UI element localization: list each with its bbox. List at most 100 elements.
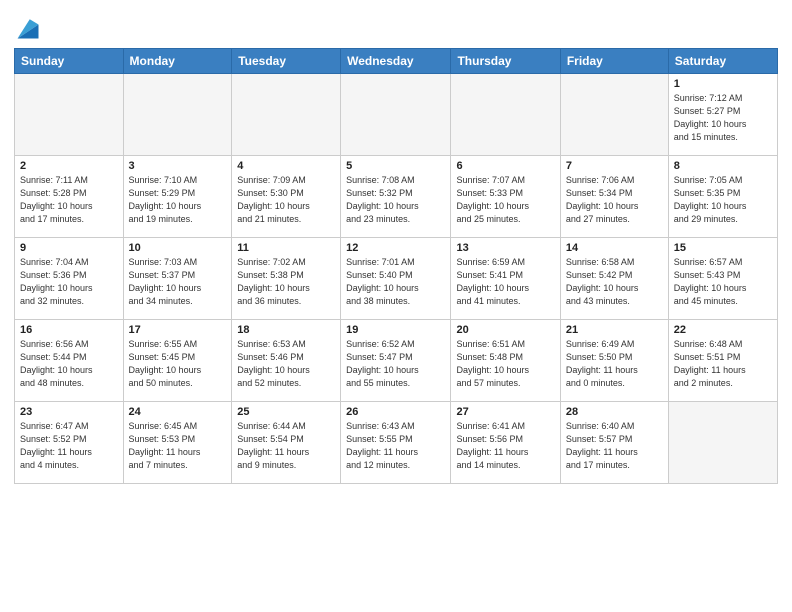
day-number: 25 xyxy=(237,406,335,418)
calendar-cell: 18Sunrise: 6:53 AM Sunset: 5:46 PM Dayli… xyxy=(232,320,341,402)
day-info: Sunrise: 6:55 AM Sunset: 5:45 PM Dayligh… xyxy=(129,338,227,390)
calendar-cell xyxy=(15,74,124,156)
calendar-cell: 17Sunrise: 6:55 AM Sunset: 5:45 PM Dayli… xyxy=(123,320,232,402)
day-info: Sunrise: 6:52 AM Sunset: 5:47 PM Dayligh… xyxy=(346,338,445,390)
week-row-2: 2 Sunrise: 7:11 AM Sunset: 5:28 PM Daylig… xyxy=(15,156,778,238)
day-info: Sunrise: 6:49 AM Sunset: 5:50 PM Dayligh… xyxy=(566,338,663,390)
calendar-cell: 4 Sunrise: 7:09 AM Sunset: 5:30 PM Daylig… xyxy=(232,156,341,238)
calendar-cell: 3Sunrise: 7:10 AM Sunset: 5:29 PM Daylig… xyxy=(123,156,232,238)
day-number: 10 xyxy=(129,242,227,254)
header xyxy=(14,10,778,42)
calendar-cell: 24Sunrise: 6:45 AM Sunset: 5:53 PM Dayli… xyxy=(123,402,232,484)
day-info: Sunrise: 6:43 AM Sunset: 5:55 PM Dayligh… xyxy=(346,420,445,472)
day-number: 2 xyxy=(20,160,118,172)
calendar-cell: 13 Sunrise: 6:59 AM Sunset: 5:41 PM Dayli… xyxy=(451,238,560,320)
day-info: Sunrise: 6:47 AM Sunset: 5:52 PM Dayligh… xyxy=(20,420,118,472)
calendar-cell: 21 Sunrise: 6:49 AM Sunset: 5:50 PM Dayli… xyxy=(560,320,668,402)
day-info: Sunrise: 7:06 AM Sunset: 5:34 PM Dayligh… xyxy=(566,174,663,226)
day-info: Sunrise: 7:08 AM Sunset: 5:32 PM Dayligh… xyxy=(346,174,445,226)
calendar-cell: 22 Sunrise: 6:48 AM Sunset: 5:51 PM Dayli… xyxy=(668,320,777,402)
week-row-1: 1 Sunrise: 7:12 AM Sunset: 5:27 PM Daylig… xyxy=(15,74,778,156)
day-info: Sunrise: 7:07 AM Sunset: 5:33 PM Dayligh… xyxy=(456,174,554,226)
weekday-header-tuesday: Tuesday xyxy=(232,49,341,74)
day-number: 15 xyxy=(674,242,772,254)
day-number: 22 xyxy=(674,324,772,336)
calendar-cell: 28 Sunrise: 6:40 AM Sunset: 5:57 PM Dayli… xyxy=(560,402,668,484)
day-number: 7 xyxy=(566,160,663,172)
weekday-header-thursday: Thursday xyxy=(451,49,560,74)
day-number: 18 xyxy=(237,324,335,336)
calendar-cell: 26 Sunrise: 6:43 AM Sunset: 5:55 PM Dayli… xyxy=(341,402,451,484)
day-info: Sunrise: 6:59 AM Sunset: 5:41 PM Dayligh… xyxy=(456,256,554,308)
day-info: Sunrise: 6:58 AM Sunset: 5:42 PM Dayligh… xyxy=(566,256,663,308)
day-number: 5 xyxy=(346,160,445,172)
calendar-cell: 10 Sunrise: 7:03 AM Sunset: 5:37 PM Dayli… xyxy=(123,238,232,320)
calendar-cell: 23 Sunrise: 6:47 AM Sunset: 5:52 PM Dayli… xyxy=(15,402,124,484)
day-info: Sunrise: 6:44 AM Sunset: 5:54 PM Dayligh… xyxy=(237,420,335,472)
calendar-cell xyxy=(123,74,232,156)
page: SundayMondayTuesdayWednesdayThursdayFrid… xyxy=(0,0,792,612)
day-number: 26 xyxy=(346,406,445,418)
day-number: 21 xyxy=(566,324,663,336)
calendar-cell: 19 Sunrise: 6:52 AM Sunset: 5:47 PM Dayli… xyxy=(341,320,451,402)
day-info: Sunrise: 7:09 AM Sunset: 5:30 PM Dayligh… xyxy=(237,174,335,226)
calendar-cell xyxy=(341,74,451,156)
day-number: 11 xyxy=(237,242,335,254)
calendar-cell: 16 Sunrise: 6:56 AM Sunset: 5:44 PM Dayli… xyxy=(15,320,124,402)
day-number: 1 xyxy=(674,78,772,90)
calendar-cell: 25 Sunrise: 6:44 AM Sunset: 5:54 PM Dayli… xyxy=(232,402,341,484)
week-row-5: 23 Sunrise: 6:47 AM Sunset: 5:52 PM Dayli… xyxy=(15,402,778,484)
calendar-cell: 20Sunrise: 6:51 AM Sunset: 5:48 PM Dayli… xyxy=(451,320,560,402)
weekday-header-monday: Monday xyxy=(123,49,232,74)
day-info: Sunrise: 6:51 AM Sunset: 5:48 PM Dayligh… xyxy=(456,338,554,390)
weekday-header-friday: Friday xyxy=(560,49,668,74)
weekday-header-wednesday: Wednesday xyxy=(341,49,451,74)
weekday-header-row: SundayMondayTuesdayWednesdayThursdayFrid… xyxy=(15,49,778,74)
day-info: Sunrise: 7:02 AM Sunset: 5:38 PM Dayligh… xyxy=(237,256,335,308)
calendar-cell: 7 Sunrise: 7:06 AM Sunset: 5:34 PM Daylig… xyxy=(560,156,668,238)
calendar-cell: 2 Sunrise: 7:11 AM Sunset: 5:28 PM Daylig… xyxy=(15,156,124,238)
day-info: Sunrise: 7:04 AM Sunset: 5:36 PM Dayligh… xyxy=(20,256,118,308)
day-number: 13 xyxy=(456,242,554,254)
day-info: Sunrise: 7:11 AM Sunset: 5:28 PM Dayligh… xyxy=(20,174,118,226)
day-info: Sunrise: 6:40 AM Sunset: 5:57 PM Dayligh… xyxy=(566,420,663,472)
calendar-cell: 5 Sunrise: 7:08 AM Sunset: 5:32 PM Daylig… xyxy=(341,156,451,238)
day-number: 19 xyxy=(346,324,445,336)
day-info: Sunrise: 6:57 AM Sunset: 5:43 PM Dayligh… xyxy=(674,256,772,308)
weekday-header-saturday: Saturday xyxy=(668,49,777,74)
logo xyxy=(14,14,44,42)
day-info: Sunrise: 7:12 AM Sunset: 5:27 PM Dayligh… xyxy=(674,92,772,144)
day-number: 4 xyxy=(237,160,335,172)
calendar-cell: 1 Sunrise: 7:12 AM Sunset: 5:27 PM Daylig… xyxy=(668,74,777,156)
day-info: Sunrise: 7:03 AM Sunset: 5:37 PM Dayligh… xyxy=(129,256,227,308)
calendar-cell: 8Sunrise: 7:05 AM Sunset: 5:35 PM Daylig… xyxy=(668,156,777,238)
calendar-cell: 27 Sunrise: 6:41 AM Sunset: 5:56 PM Dayli… xyxy=(451,402,560,484)
day-number: 12 xyxy=(346,242,445,254)
calendar-cell: 11 Sunrise: 7:02 AM Sunset: 5:38 PM Dayli… xyxy=(232,238,341,320)
day-info: Sunrise: 6:56 AM Sunset: 5:44 PM Dayligh… xyxy=(20,338,118,390)
week-row-3: 9 Sunrise: 7:04 AM Sunset: 5:36 PM Daylig… xyxy=(15,238,778,320)
calendar-cell xyxy=(560,74,668,156)
calendar-cell xyxy=(668,402,777,484)
day-number: 27 xyxy=(456,406,554,418)
calendar-cell: 9 Sunrise: 7:04 AM Sunset: 5:36 PM Daylig… xyxy=(15,238,124,320)
calendar-cell: 12 Sunrise: 7:01 AM Sunset: 5:40 PM Dayli… xyxy=(341,238,451,320)
day-number: 16 xyxy=(20,324,118,336)
day-number: 6 xyxy=(456,160,554,172)
day-number: 28 xyxy=(566,406,663,418)
week-row-4: 16 Sunrise: 6:56 AM Sunset: 5:44 PM Dayli… xyxy=(15,320,778,402)
day-number: 8 xyxy=(674,160,772,172)
calendar-cell: 15 Sunrise: 6:57 AM Sunset: 5:43 PM Dayli… xyxy=(668,238,777,320)
calendar-cell xyxy=(232,74,341,156)
day-info: Sunrise: 6:45 AM Sunset: 5:53 PM Dayligh… xyxy=(129,420,227,472)
day-info: Sunrise: 6:41 AM Sunset: 5:56 PM Dayligh… xyxy=(456,420,554,472)
day-info: Sunrise: 7:10 AM Sunset: 5:29 PM Dayligh… xyxy=(129,174,227,226)
day-info: Sunrise: 6:48 AM Sunset: 5:51 PM Dayligh… xyxy=(674,338,772,390)
logo-icon xyxy=(14,14,42,42)
day-number: 9 xyxy=(20,242,118,254)
calendar-cell xyxy=(451,74,560,156)
day-number: 23 xyxy=(20,406,118,418)
calendar-table: SundayMondayTuesdayWednesdayThursdayFrid… xyxy=(14,48,778,484)
day-info: Sunrise: 7:01 AM Sunset: 5:40 PM Dayligh… xyxy=(346,256,445,308)
weekday-header-sunday: Sunday xyxy=(15,49,124,74)
